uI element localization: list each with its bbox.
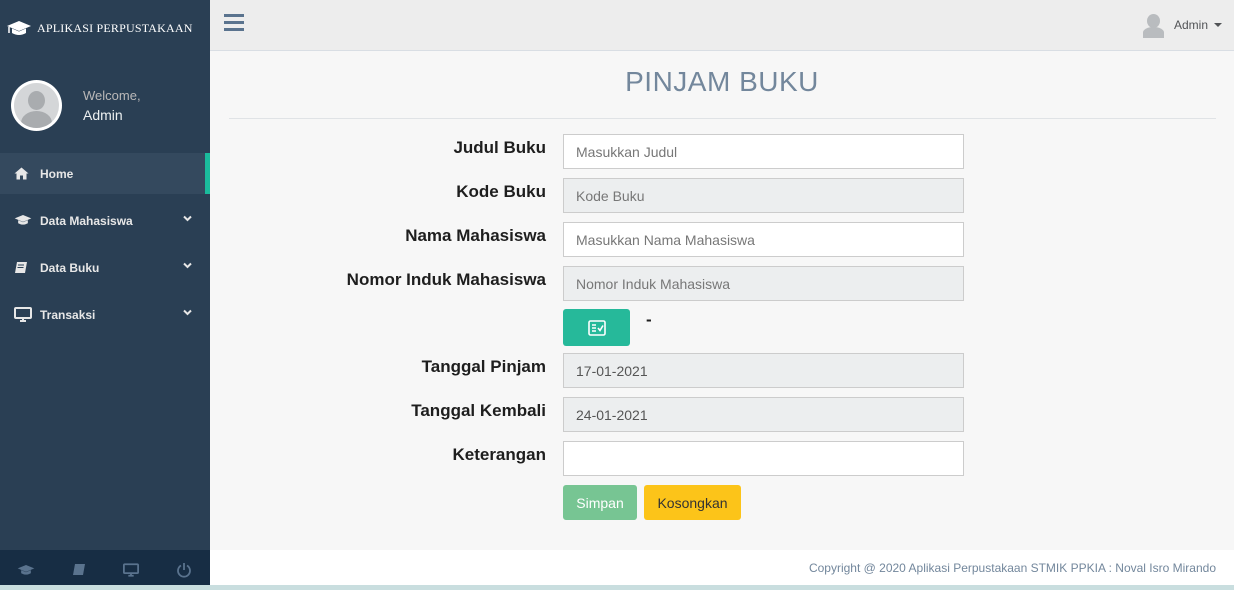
keterangan-label: Keterangan [452,445,546,464]
desktop-icon [14,307,34,323]
user-dropdown[interactable]: Admin [1142,12,1222,38]
select-student-button[interactable] [563,309,630,346]
keterangan-input[interactable] [563,441,964,476]
graduation-cap-icon [14,213,34,229]
sidebar-item-label: Transaksi [40,307,96,322]
nama-input[interactable]: Masukkan Nama Mahasiswa [563,222,964,257]
sidebar-item-data-mahasiswa[interactable]: Data Mahasiswa [0,200,210,241]
tgl-kembali-input: 24-01-2021 [563,397,964,432]
welcome-text: Welcome, [83,87,141,103]
sidebar-item-label: Data Mahasiswa [40,213,133,228]
copyright-text: Copyright @ 2020 Aplikasi Perpustakaan S… [808,560,1216,575]
kode-label: Kode Buku [456,182,546,201]
form-row-nama: Nama Mahasiswa Masukkan Nama Mahasiswa [210,222,1234,257]
user-avatar-icon [1142,12,1164,38]
power-icon[interactable] [158,550,211,590]
sidebar-item-transaksi[interactable]: Transaksi [0,294,210,335]
tgl-kembali-label: Tanggal Kembali [411,401,546,420]
selected-student-text: - [646,310,652,329]
caret-down-icon [1214,23,1222,27]
profile-name: Admin [83,106,123,123]
main-content: PINJAM BUKU Judul Buku Masukkan Judul Ko… [210,52,1234,550]
book-icon[interactable] [53,550,106,590]
desktop-icon[interactable] [105,550,158,590]
graduation-cap-icon[interactable] [0,550,53,590]
footer: Copyright @ 2020 Aplikasi Perpustakaan S… [210,550,1234,585]
form-row-keterangan: Keterangan [210,441,1234,476]
hamburger-menu-icon[interactable] [224,14,244,35]
nim-input: Nomor Induk Mahasiswa [563,266,964,301]
form-row-tgl-kembali: Tanggal Kembali 24-01-2021 [210,397,1234,432]
sidebar-menu: Home Data Mahasiswa Data Buku Transaksi [0,153,210,335]
chevron-down-icon [183,309,192,316]
book-icon [14,260,34,276]
sidebar-item-home[interactable]: Home [0,153,210,194]
sidebar-item-data-buku[interactable]: Data Buku [0,247,210,288]
form-row-kode: Kode Buku Kode Buku [210,178,1234,213]
profile: Welcome, Admin [0,57,210,153]
page-title: PINJAM BUKU [625,66,819,97]
bottom-strip [0,585,1234,590]
form-row-nim: Nomor Induk Mahasiswa Nomor Induk Mahasi… [210,266,1234,301]
brand[interactable]: APLIKASI PERPUSTAKAAN [0,0,210,57]
form-row-judul: Judul Buku Masukkan Judul [210,134,1234,169]
avatar [11,79,62,131]
sidebar-item-label: Data Buku [40,260,100,275]
user-name: Admin [1173,18,1208,32]
home-icon [14,166,34,182]
form-row-tgl-pinjam: Tanggal Pinjam 17-01-2021 [210,353,1234,388]
chevron-down-icon [183,215,192,222]
nim-label: Nomor Induk Mahasiswa [346,270,546,289]
judul-input[interactable]: Masukkan Judul [563,134,964,169]
chevron-down-icon [183,262,192,269]
nama-label: Nama Mahasiswa [405,226,546,245]
clear-button[interactable]: Kosongkan [644,485,741,520]
title-divider [229,118,1216,119]
judul-label: Judul Buku [453,138,546,157]
brand-title: APLIKASI PERPUSTAKAAN [37,21,193,35]
sidebar-footer [0,550,210,590]
graduation-cap-icon [7,20,31,35]
top-navbar: Admin [210,0,1234,51]
list-check-icon [587,319,606,336]
tgl-pinjam-label: Tanggal Pinjam [421,357,546,376]
kode-input: Kode Buku [563,178,964,213]
save-button[interactable]: Simpan [563,485,637,520]
sidebar: APLIKASI PERPUSTAKAAN Welcome, Admin Hom… [0,0,210,590]
sidebar-item-label: Home [40,166,74,181]
tgl-pinjam-input: 17-01-2021 [563,353,964,388]
